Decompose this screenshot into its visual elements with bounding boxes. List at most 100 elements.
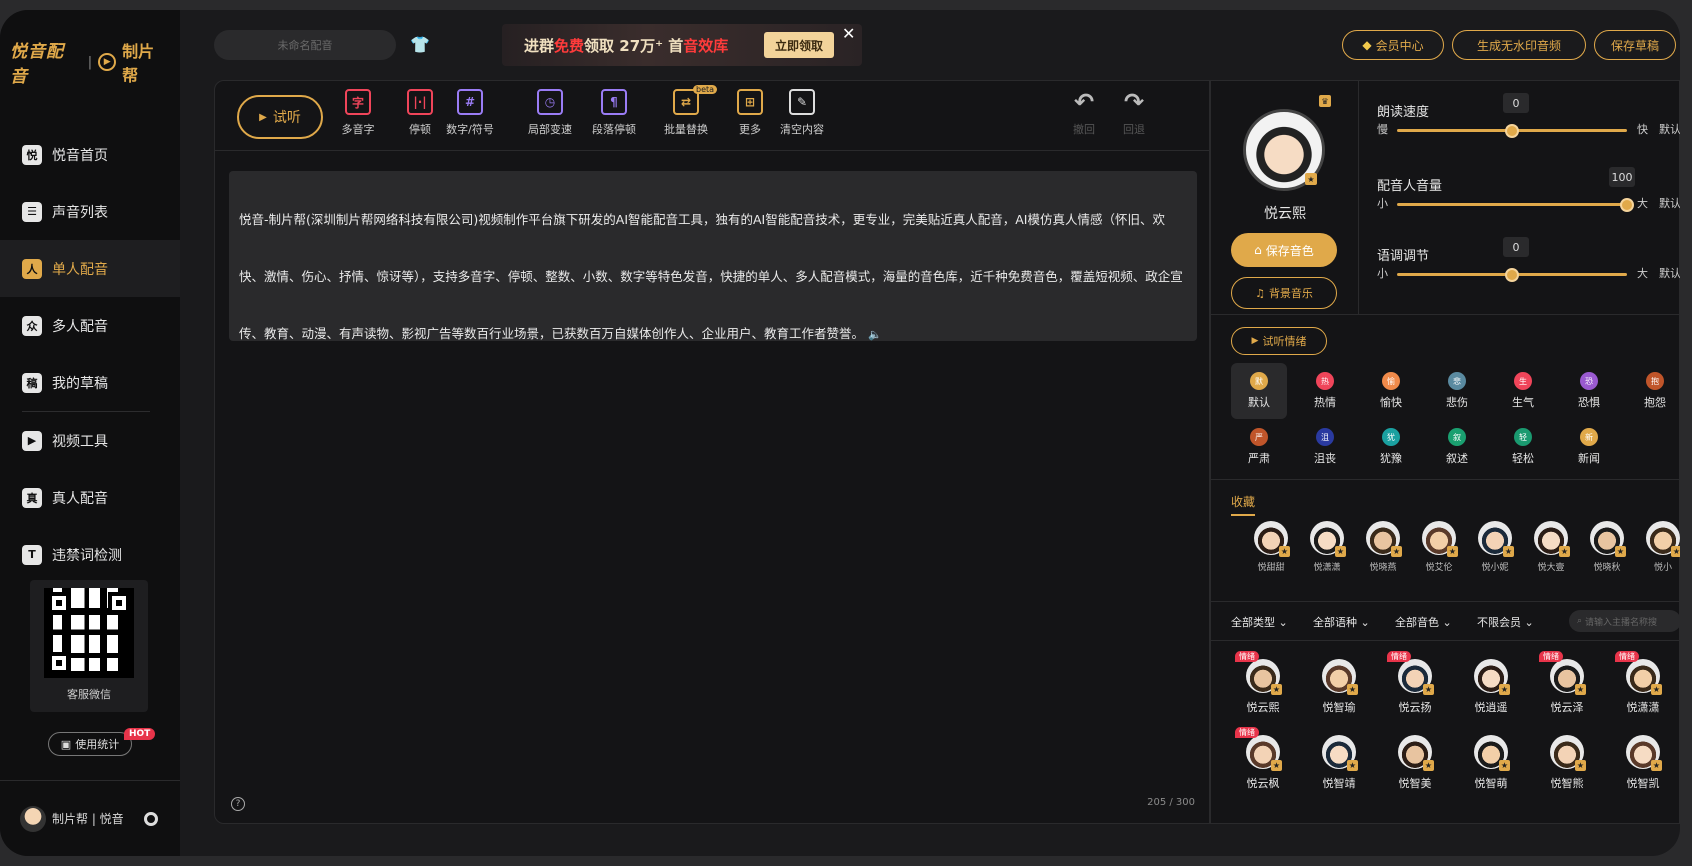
emotion-4[interactable]: 悲悲伤 <box>1429 363 1485 419</box>
voice-card[interactable]: 情绪 ★ 悦云扬 <box>1385 651 1445 715</box>
tool-clear[interactable]: ✎ 清空内容 <box>767 89 837 137</box>
emotion-11[interactable]: 叙叙述 <box>1429 419 1485 475</box>
slider-handle[interactable] <box>1620 198 1634 212</box>
voice-card[interactable]: ★ 悦智美 <box>1385 735 1445 791</box>
listen-emotion-button[interactable]: ▶ 试听情绪 <box>1231 327 1327 355</box>
project-name-input[interactable]: 未命名配音 <box>214 30 396 60</box>
favorite-voice[interactable]: ★ 悦小妮 <box>1469 521 1521 573</box>
speaker-icon[interactable]: 🔈 <box>868 328 882 341</box>
voice-card[interactable]: ★ 悦智瑜 <box>1309 659 1369 715</box>
emotion-12[interactable]: 轻轻松 <box>1495 419 1551 475</box>
undo-button[interactable]: ↶ 撤回 <box>1071 88 1097 137</box>
favorite-voice[interactable]: ★ 悦小 <box>1637 521 1680 573</box>
voice-card[interactable]: ★ 悦智萌 <box>1461 735 1521 791</box>
voice-search-input[interactable]: ⌕ 请输入主播名称搜 <box>1569 610 1680 632</box>
voice-name: 悦智瑜 <box>1322 701 1356 714</box>
voice-name: 悦智萌 <box>1474 777 1508 790</box>
slider-track[interactable] <box>1397 124 1627 138</box>
usage-stats-button[interactable]: ▣ 使用统计 <box>48 732 132 756</box>
emotion-5[interactable]: 生生气 <box>1495 363 1551 419</box>
sidebar-item-8[interactable]: T 违禁词检测 <box>0 526 180 583</box>
emotion-7[interactable]: 抱抱怨 <box>1627 363 1680 419</box>
filter-type[interactable]: 全部类型 ⌄ <box>1231 614 1288 630</box>
slider-value-input[interactable]: 100 <box>1609 167 1635 187</box>
voice-name: 悦云枫 <box>1246 777 1280 790</box>
tool-label: 停顿 <box>409 123 431 136</box>
tool-label: 局部变速 <box>528 123 572 136</box>
filter-language-label: 全部语种 <box>1313 616 1357 629</box>
save-draft-button[interactable]: 保存草稿 <box>1594 30 1676 60</box>
voice-card[interactable]: ★ 悦逍遥 <box>1461 659 1521 715</box>
listen-label: 试听 <box>272 110 301 126</box>
tool-polyphone[interactable]: 字多音字 <box>323 89 393 137</box>
favorite-voice[interactable]: ★ 悦艾伦 <box>1413 521 1465 573</box>
favorite-voice[interactable]: ★ 悦晓燕 <box>1357 521 1409 573</box>
sidebar-item-4[interactable]: 众多人配音 <box>0 297 180 354</box>
favorite-voice[interactable]: ★ 悦大壹 <box>1525 521 1577 573</box>
sidebar-item-2[interactable]: ☰ 声音列表 <box>0 183 180 240</box>
redo-button[interactable]: ↷ 回退 <box>1121 88 1147 137</box>
vip-star-icon: ★ <box>1335 546 1346 557</box>
beta-badge: beta <box>693 85 718 94</box>
voice-card[interactable]: ★ 悦智凯 <box>1613 735 1673 791</box>
slider-handle[interactable] <box>1505 268 1519 282</box>
script-text-area[interactable]: 悦音-制片帮(深圳制片帮网络科技有限公司)视频制作平台旗下研发的AI智能配音工具… <box>229 171 1197 341</box>
list-icon: ☰ <box>22 201 42 222</box>
user-profile[interactable]: 制片帮 | 悦音 <box>0 780 180 856</box>
emotion-6[interactable]: 恐恐惧 <box>1561 363 1617 419</box>
emotion-9[interactable]: 沮沮丧 <box>1297 419 1353 475</box>
favorite-voice[interactable]: ★ 悦甜甜 <box>1245 521 1297 573</box>
brand-logo[interactable]: 悦音配音 | ▶ 制片帮 <box>10 42 170 87</box>
background-music-button[interactable]: ♫ 背景音乐 <box>1231 277 1337 309</box>
member-center-button[interactable]: ◆ 会员中心 <box>1342 30 1444 60</box>
tool-hash[interactable]: # 数字/符号 <box>435 89 505 137</box>
sidebar: 悦音配音 | ▶ 制片帮 悦悦音首页 ☰ 声音列表人单人配音众多人配音稿我的草稿 ▶ 视… <box>0 10 180 856</box>
redo-icon: ↷ <box>1123 88 1145 116</box>
sidebar-item-label: 我的草稿 <box>52 375 108 392</box>
tool-speed[interactable]: ◷ 局部变速 <box>515 89 585 137</box>
slider-value-input[interactable]: 0 <box>1503 93 1529 113</box>
slider-value-input[interactable]: 0 <box>1503 237 1529 257</box>
tool-paragraph-pause[interactable]: ¶ 段落停顿 <box>579 89 649 137</box>
emotion-13[interactable]: 新新闻 <box>1561 419 1617 475</box>
generate-audio-button[interactable]: 生成无水印音频 <box>1452 30 1586 60</box>
sidebar-item-1[interactable]: 悦悦音首页 <box>0 126 180 183</box>
filter-member[interactable]: 不限会员 ⌄ <box>1477 614 1534 630</box>
voice-card[interactable]: 情绪 ★ 悦云泽 <box>1537 651 1597 715</box>
emotion-1[interactable]: 默默认 <box>1231 363 1287 419</box>
voice-card[interactable]: 情绪 ★ 悦云枫 <box>1233 727 1293 791</box>
avatar: ★ <box>1474 735 1510 771</box>
favorite-voice[interactable]: ★ 悦晓秋 <box>1581 521 1633 573</box>
slider-handle[interactable] <box>1505 124 1519 138</box>
slider-track[interactable] <box>1397 268 1627 282</box>
tool-batch-replace[interactable]: ⇄ 批量替换 beta <box>651 85 721 137</box>
gear-icon[interactable] <box>143 811 158 826</box>
favorite-voice[interactable]: ★ 悦潇潇 <box>1301 521 1353 573</box>
save-voice-button[interactable]: ⌂ 保存音色 <box>1231 233 1337 267</box>
voice-card[interactable]: ★ 悦智熊 <box>1537 735 1597 791</box>
person-icon: 真 <box>22 487 42 508</box>
voice-card[interactable]: 情绪 ★ 悦潇潇 <box>1613 651 1673 715</box>
sidebar-item-5[interactable]: 稿我的草稿 <box>0 354 180 411</box>
emotion-8[interactable]: 严严肃 <box>1231 419 1287 475</box>
emotion-10[interactable]: 犹犹豫 <box>1363 419 1419 475</box>
emotion-3[interactable]: 愉愉快 <box>1363 363 1419 419</box>
favorites-tab[interactable]: 收藏 <box>1231 493 1256 516</box>
help-icon[interactable]: ? <box>231 797 245 811</box>
current-voice: ♛ ★ 悦云熙 ⌂ 保存音色 ♫ 背景音乐 <box>1211 81 1359 315</box>
filter-timbre[interactable]: 全部音色 ⌄ <box>1395 614 1452 630</box>
sidebar-item-6[interactable]: ▶ 视频工具 <box>0 412 180 469</box>
emotion-2[interactable]: 热热情 <box>1297 363 1353 419</box>
claim-now-button[interactable]: 立即领取 <box>764 32 834 58</box>
sidebar-item-7[interactable]: 真真人配音 <box>0 469 180 526</box>
filter-language[interactable]: 全部语种 ⌄ <box>1313 614 1370 630</box>
voice-card[interactable]: ★ 悦智靖 <box>1309 735 1369 791</box>
close-icon[interactable]: ✕ <box>842 24 855 43</box>
slider-track[interactable] <box>1397 198 1634 212</box>
promo-banner[interactable]: 进群 免费 领取 27万⁺ 首音效库 立即领取 <box>502 24 862 66</box>
listen-button[interactable]: ▶ 试听 <box>237 95 323 139</box>
slider-default-label: 默认 <box>1659 123 1680 136</box>
sidebar-item-3[interactable]: 人单人配音 <box>0 240 180 297</box>
shirt-icon[interactable]: 👕 <box>410 35 430 54</box>
voice-card[interactable]: 情绪 ★ 悦云熙 <box>1233 651 1293 715</box>
